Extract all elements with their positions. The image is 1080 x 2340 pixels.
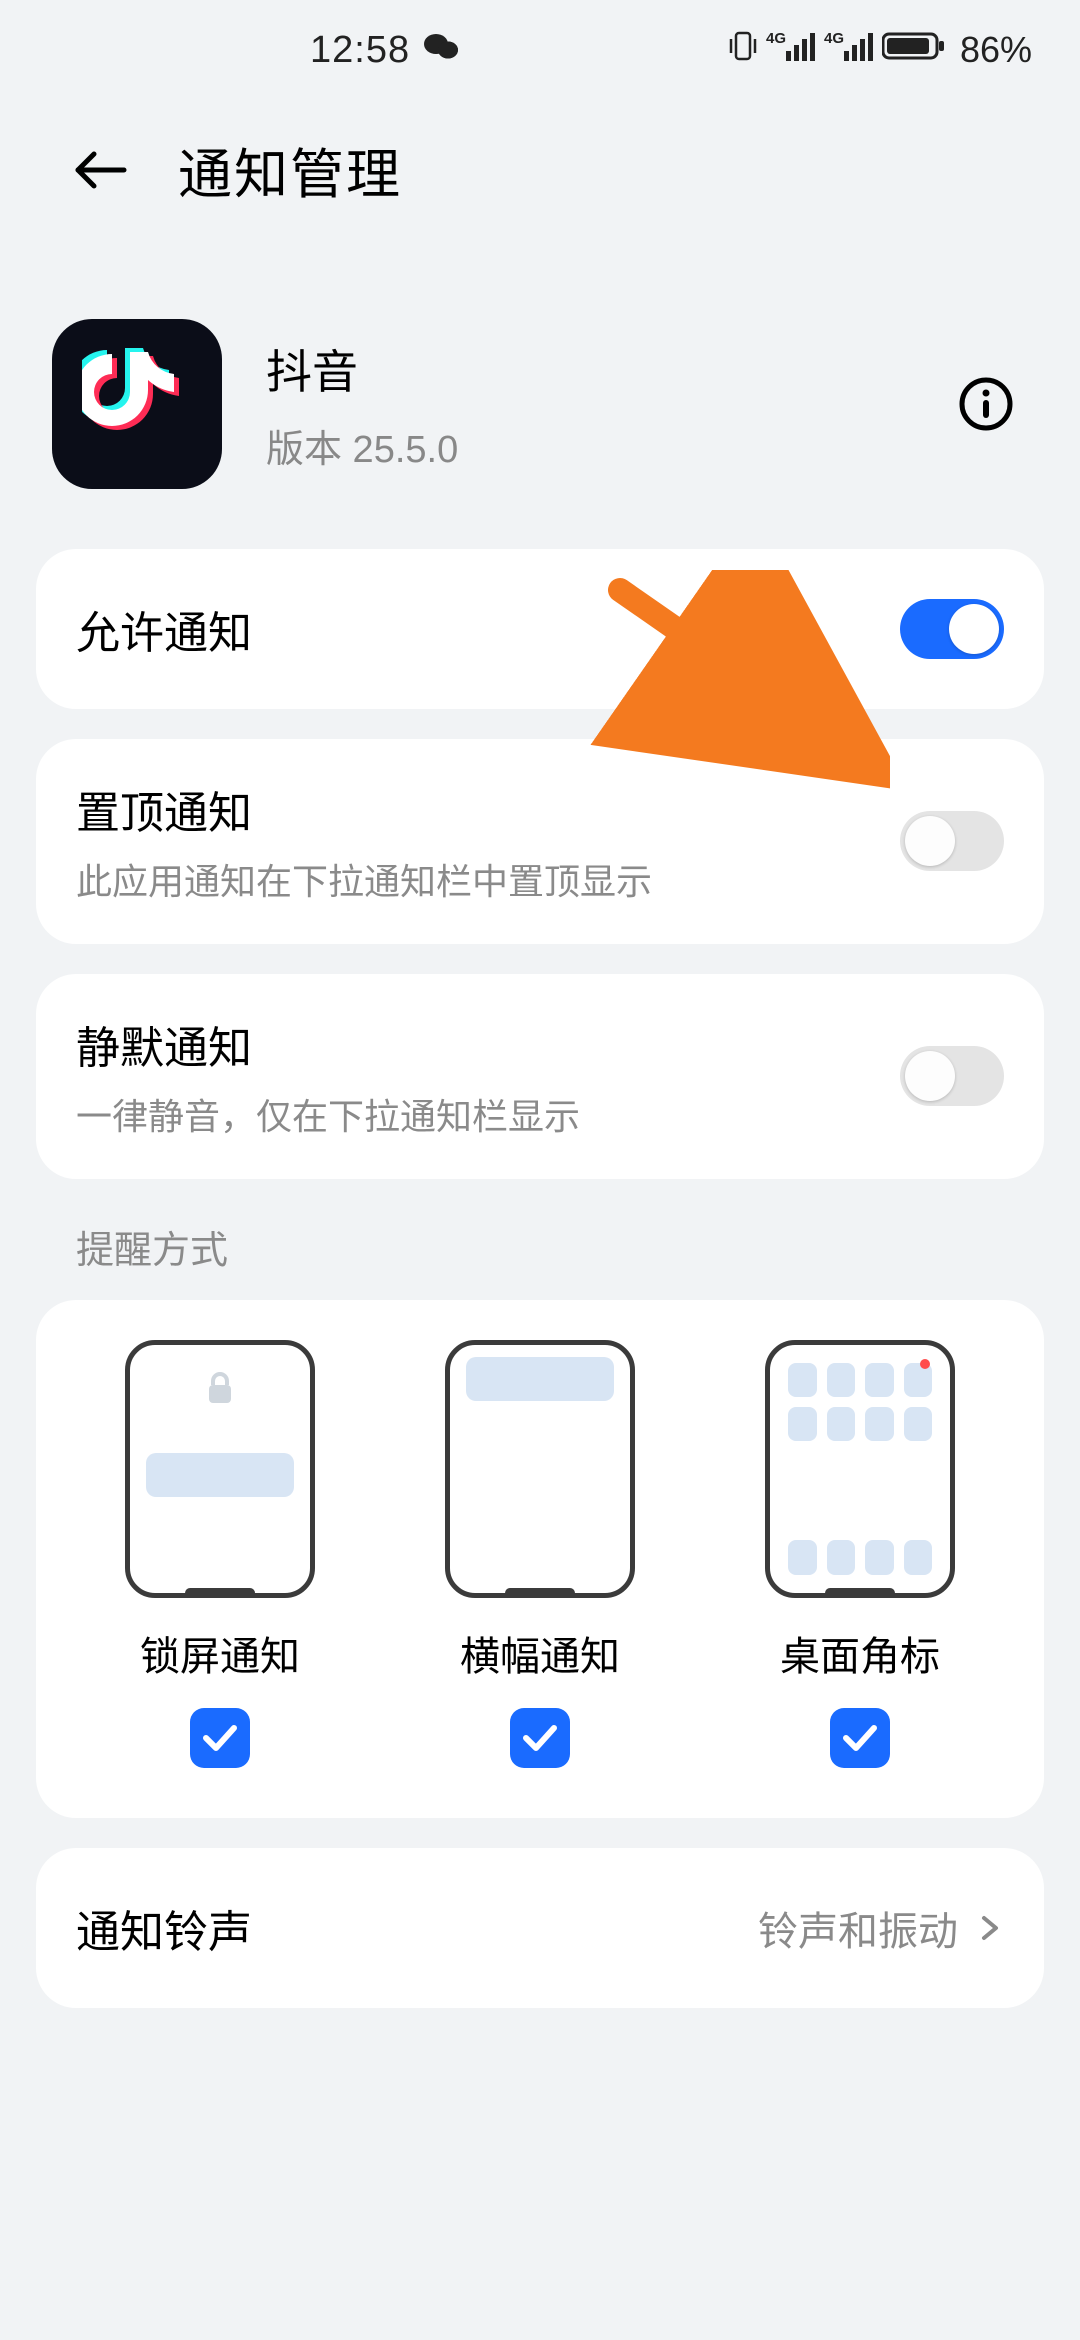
mode-lockscreen-preview bbox=[125, 1340, 315, 1598]
silent-notification-card: 静默通知 一律静音，仅在下拉通知栏显示 bbox=[36, 974, 1044, 1179]
reminder-modes-card: 锁屏通知 横幅通知 桌面角标 bbox=[36, 1300, 1044, 1818]
svg-text:4G: 4G bbox=[766, 30, 786, 47]
status-bar: 12:58 4G 4G bbox=[0, 0, 1080, 100]
status-right: 4G 4G 86% bbox=[728, 29, 1032, 72]
pin-notification-toggle[interactable] bbox=[900, 811, 1004, 871]
app-version: 版本 25.5.0 bbox=[266, 418, 956, 473]
reminder-mode-heading: 提醒方式 bbox=[76, 1219, 1004, 1274]
mode-lockscreen-label: 锁屏通知 bbox=[140, 1624, 300, 1682]
mode-banner-label: 横幅通知 bbox=[460, 1624, 620, 1682]
battery-percentage: 86% bbox=[960, 29, 1032, 71]
signal-4g-1-icon: 4G bbox=[766, 29, 816, 72]
check-icon bbox=[842, 1724, 878, 1752]
ringtone-value: 铃声和振动 bbox=[758, 1899, 958, 1957]
allow-notifications-row[interactable]: 允许通知 bbox=[76, 549, 1004, 709]
check-icon bbox=[522, 1724, 558, 1752]
mode-banner[interactable]: 横幅通知 bbox=[380, 1340, 700, 1768]
mode-badge[interactable]: 桌面角标 bbox=[700, 1340, 1020, 1768]
pin-notification-label: 置顶通知 bbox=[76, 777, 900, 841]
signal-4g-2-icon: 4G bbox=[824, 29, 874, 72]
lock-icon bbox=[205, 1371, 235, 1407]
silent-notification-row[interactable]: 静默通知 一律静音，仅在下拉通知栏显示 bbox=[76, 974, 1004, 1179]
mode-lockscreen[interactable]: 锁屏通知 bbox=[60, 1340, 380, 1768]
check-icon bbox=[202, 1724, 238, 1752]
mode-banner-checkbox[interactable] bbox=[510, 1708, 570, 1768]
silent-notification-sub: 一律静音，仅在下拉通知栏显示 bbox=[76, 1094, 900, 1141]
page-title: 通知管理 bbox=[178, 130, 402, 209]
pin-notification-row[interactable]: 置顶通知 此应用通知在下拉通知栏中置顶显示 bbox=[76, 739, 1004, 944]
mode-badge-checkbox[interactable] bbox=[830, 1708, 890, 1768]
mode-badge-label: 桌面角标 bbox=[780, 1624, 940, 1682]
app-info-button[interactable] bbox=[956, 374, 1016, 434]
silent-notification-label: 静默通知 bbox=[76, 1012, 900, 1076]
pin-notification-sub: 此应用通知在下拉通知栏中置顶显示 bbox=[76, 859, 900, 906]
app-icon bbox=[52, 319, 222, 489]
mode-lockscreen-checkbox[interactable] bbox=[190, 1708, 250, 1768]
vibrate-icon bbox=[728, 29, 758, 72]
mode-banner-preview bbox=[445, 1340, 635, 1598]
ringtone-card: 通知铃声 铃声和振动 bbox=[36, 1848, 1044, 2008]
allow-notifications-card: 允许通知 bbox=[36, 549, 1044, 709]
app-info-row: 抖音 版本 25.5.0 bbox=[0, 249, 1080, 549]
ringtone-label: 通知铃声 bbox=[76, 1896, 758, 1960]
chevron-right-icon bbox=[976, 1914, 1004, 1942]
header: 通知管理 bbox=[0, 100, 1080, 249]
wechat-icon bbox=[424, 31, 460, 70]
douyin-icon bbox=[82, 344, 192, 464]
allow-notifications-toggle[interactable] bbox=[900, 599, 1004, 659]
mode-badge-preview bbox=[765, 1340, 955, 1598]
back-button[interactable] bbox=[70, 140, 130, 200]
svg-text:4G: 4G bbox=[824, 30, 844, 47]
battery-icon bbox=[882, 31, 946, 70]
pin-notification-card: 置顶通知 此应用通知在下拉通知栏中置顶显示 bbox=[36, 739, 1044, 944]
ringtone-row[interactable]: 通知铃声 铃声和振动 bbox=[76, 1848, 1004, 2008]
app-name: 抖音 bbox=[266, 336, 956, 402]
silent-notification-toggle[interactable] bbox=[900, 1046, 1004, 1106]
status-time: 12:58 bbox=[310, 29, 410, 72]
allow-notifications-label: 允许通知 bbox=[76, 597, 900, 661]
info-icon bbox=[959, 377, 1013, 431]
arrow-left-icon bbox=[72, 148, 128, 192]
